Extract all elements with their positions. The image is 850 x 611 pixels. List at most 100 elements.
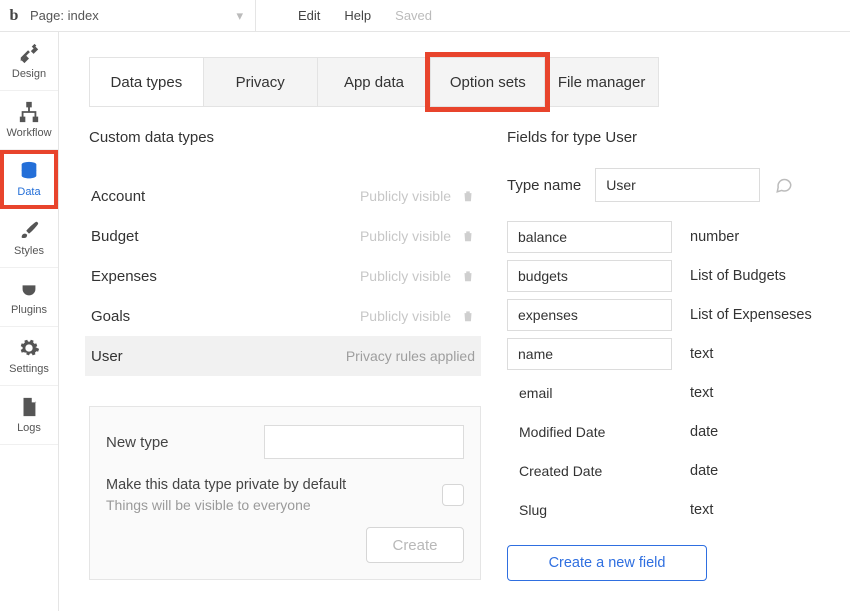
create-new-field-button[interactable]: Create a new field [507,545,707,581]
speech-bubble-icon[interactable] [774,176,794,194]
main-content: Data types Privacy App data Option sets … [59,32,850,611]
type-name-label: Type name [507,177,581,194]
field-name[interactable]: balance [507,221,672,253]
top-menu: Edit Help Saved [274,8,432,23]
data-tabs: Data types Privacy App data Option sets … [89,57,659,107]
field-name: Created Date [507,455,672,487]
field-name: Slug [507,494,672,526]
new-type-label: New type [106,434,169,451]
private-checkbox[interactable] [442,484,464,506]
field-row: Slug text [507,491,832,529]
page-selector[interactable]: Page: index ▾ [30,0,256,32]
field-row: email text [507,374,832,412]
type-name-input[interactable] [595,168,760,202]
visibility-label: Publicly visible [360,228,451,244]
field-type: text [690,385,713,401]
sidebar-item-data[interactable]: Data [0,150,58,209]
sidebar-item-plugins[interactable]: Plugins [0,268,58,327]
tab-label: App data [344,74,404,91]
visibility-label: Publicly visible [360,308,451,324]
fields-list: balance number budgets List of Budgets e… [507,218,832,529]
data-type-name: Account [91,188,145,205]
document-icon [18,396,40,418]
private-checkbox-sub: Things will be visible to everyone [106,497,346,513]
field-row[interactable]: expenses List of Expenseses [507,296,832,334]
caret-down-icon: ▾ [236,8,243,24]
sidebar-item-label: Plugins [11,304,47,316]
field-type: List of Budgets [690,268,786,284]
data-type-name: Goals [91,308,130,325]
tab-label: Privacy [236,74,285,91]
sidebar-item-label: Workflow [6,127,51,139]
sidebar-item-design[interactable]: Design [0,32,58,91]
page-name: index [68,8,99,23]
tab-option-sets[interactable]: Option sets [430,58,544,106]
sidebar-item-styles[interactable]: Styles [0,209,58,268]
create-type-button[interactable]: Create [366,527,464,563]
field-type: text [690,346,713,362]
field-name[interactable]: budgets [507,260,672,292]
sidebar-item-settings[interactable]: Settings [0,327,58,386]
custom-data-types-panel: Custom data types Account Publicly visib… [89,129,481,581]
sidebar: Design Workflow Data Styles Plugins Sett… [0,32,59,611]
fields-heading: Fields for type User [507,129,832,146]
field-row[interactable]: balance number [507,218,832,256]
field-row[interactable]: budgets List of Budgets [507,257,832,295]
workflow-icon [18,101,40,123]
field-name[interactable]: name [507,338,672,370]
field-row[interactable]: name text [507,335,832,373]
sidebar-item-label: Data [17,186,40,198]
button-label: Create a new field [549,555,666,571]
gear-icon [18,337,40,359]
menu-edit[interactable]: Edit [298,8,320,23]
sidebar-item-workflow[interactable]: Workflow [0,91,58,150]
tab-data-types[interactable]: Data types [90,58,203,106]
trash-icon[interactable] [461,309,475,323]
visibility-label: Privacy rules applied [346,348,475,364]
sidebar-item-label: Design [12,68,46,80]
data-type-row[interactable]: Expenses Publicly visible [89,256,481,296]
field-type: List of Expenseses [690,307,812,323]
data-type-row[interactable]: Goals Publicly visible [89,296,481,336]
brush-icon [18,219,40,241]
tab-label: Option sets [450,74,526,91]
custom-types-heading: Custom data types [89,129,481,146]
field-name[interactable]: expenses [507,299,672,331]
bubble-logo-icon: b [4,6,24,26]
trash-icon[interactable] [461,189,475,203]
trash-icon[interactable] [461,229,475,243]
design-icon [18,42,40,64]
tab-label: File manager [558,74,646,91]
data-type-name: User [91,348,123,365]
visibility-label: Publicly visible [360,268,451,284]
top-bar: b Page: index ▾ Edit Help Saved [0,0,850,32]
tab-privacy[interactable]: Privacy [203,58,317,106]
sidebar-item-label: Styles [14,245,44,257]
field-name: Modified Date [507,416,672,448]
visibility-label: Publicly visible [360,188,451,204]
page-prefix: Page: [30,8,64,23]
field-type: text [690,502,713,518]
plug-icon [18,278,40,300]
data-type-row-selected[interactable]: User Privacy rules applied [85,336,481,376]
tab-file-manager[interactable]: File manager [544,58,658,106]
data-type-name: Expenses [91,268,157,285]
field-row: Modified Date date [507,413,832,451]
tab-app-data[interactable]: App data [317,58,431,106]
trash-icon[interactable] [461,269,475,283]
data-type-row[interactable]: Budget Publicly visible [89,216,481,256]
field-type: number [690,229,739,245]
field-type: date [690,424,718,440]
field-type: date [690,463,718,479]
sidebar-item-logs[interactable]: Logs [0,386,58,445]
data-type-name: Budget [91,228,139,245]
new-type-panel: New type Make this data type private by … [89,406,481,580]
private-checkbox-label: Make this data type private by default [106,477,346,493]
field-row: Created Date date [507,452,832,490]
sidebar-item-label: Logs [17,422,41,434]
data-type-row[interactable]: Account Publicly visible [89,176,481,216]
field-name: email [507,377,672,409]
save-status: Saved [395,8,432,23]
menu-help[interactable]: Help [344,8,371,23]
new-type-input[interactable] [264,425,464,459]
